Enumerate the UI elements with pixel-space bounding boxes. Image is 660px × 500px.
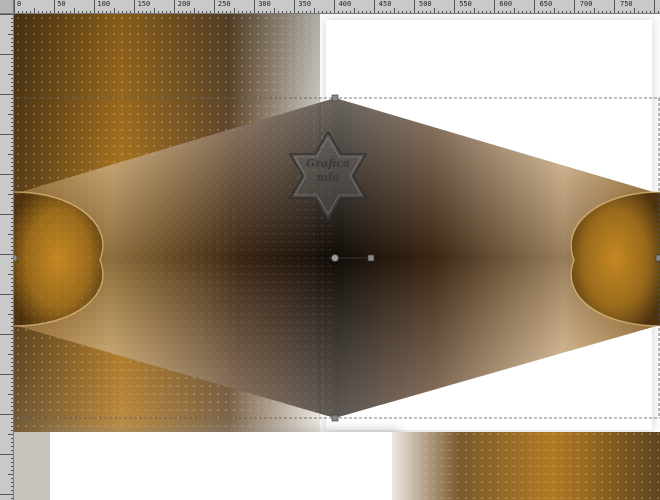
watermark-line-2: mia [317, 171, 340, 184]
ruler-tick-label: 700 [579, 0, 593, 8]
bottom-right-gold-panel [392, 432, 660, 500]
ruler-tick-label: 450 [378, 0, 392, 8]
ruler-tick-label: 600 [499, 0, 513, 8]
ruler-tick-label: 200 [177, 0, 191, 8]
ruler-tick [0, 294, 13, 295]
ruler-tick [0, 494, 13, 495]
ruler-tick [134, 0, 135, 13]
ruler-tick [94, 0, 95, 13]
ruler-tick [654, 0, 655, 13]
ruler-tick-label: 250 [218, 0, 231, 8]
ruler-tick [174, 0, 175, 13]
ruler-tick-label: 150 [137, 0, 151, 8]
ruler-tick-label: 550 [459, 0, 472, 8]
ruler-tick [0, 254, 13, 255]
ruler-tick [54, 0, 55, 13]
ruler-tick-label: 300 [258, 0, 271, 8]
ruler-tick [0, 374, 13, 375]
watermark-line-1: Grafica [306, 157, 350, 170]
image-canvas[interactable]: Grafica mia [14, 14, 660, 500]
ruler-tick [0, 94, 13, 95]
ruler-vertical[interactable] [0, 14, 14, 500]
canvas-artwork: Grafica mia [14, 14, 660, 500]
selection-node-icon[interactable] [331, 414, 339, 422]
ruler-tick-label: 350 [298, 0, 312, 8]
ruler-tick [0, 454, 13, 455]
ruler-tick [534, 0, 535, 13]
selection-node-icon[interactable] [655, 254, 660, 262]
ruler-tick-label: 100 [97, 0, 111, 8]
ruler-tick [454, 0, 455, 13]
ruler-tick-label: 400 [338, 0, 352, 8]
ruler-tick [574, 0, 575, 13]
ruler-horizontal[interactable]: 0 50 100 150 200 250 300 350 400 450 500 550 600 650 7… [0, 0, 660, 14]
ruler-tick-label: 750 [620, 0, 633, 8]
ruler-tick [254, 0, 255, 13]
ruler-tick [0, 174, 13, 175]
ruler-tick [614, 0, 615, 13]
ruler-tick [214, 0, 215, 13]
ruler-corner [0, 0, 14, 14]
ruler-tick [294, 0, 295, 13]
ruler-tick-label: 650 [539, 0, 553, 8]
ruler-tick [0, 14, 13, 15]
ruler-tick [494, 0, 495, 13]
ruler-tick [0, 214, 13, 215]
ruler-tick [0, 334, 13, 335]
ruler-tick-label: 50 [57, 0, 66, 8]
ruler-tick [414, 0, 415, 13]
ruler-tick [0, 54, 13, 55]
ruler-tick [374, 0, 375, 13]
ruler-tick [0, 134, 13, 135]
selection-node-icon[interactable] [331, 94, 339, 102]
ruler-tick [0, 414, 13, 415]
ruler-tick-label: 0 [17, 0, 22, 8]
ruler-tick [334, 0, 335, 13]
selection-node-icon[interactable] [14, 254, 18, 262]
ruler-tick-label: 500 [419, 0, 432, 8]
ruler-tick [14, 0, 15, 13]
